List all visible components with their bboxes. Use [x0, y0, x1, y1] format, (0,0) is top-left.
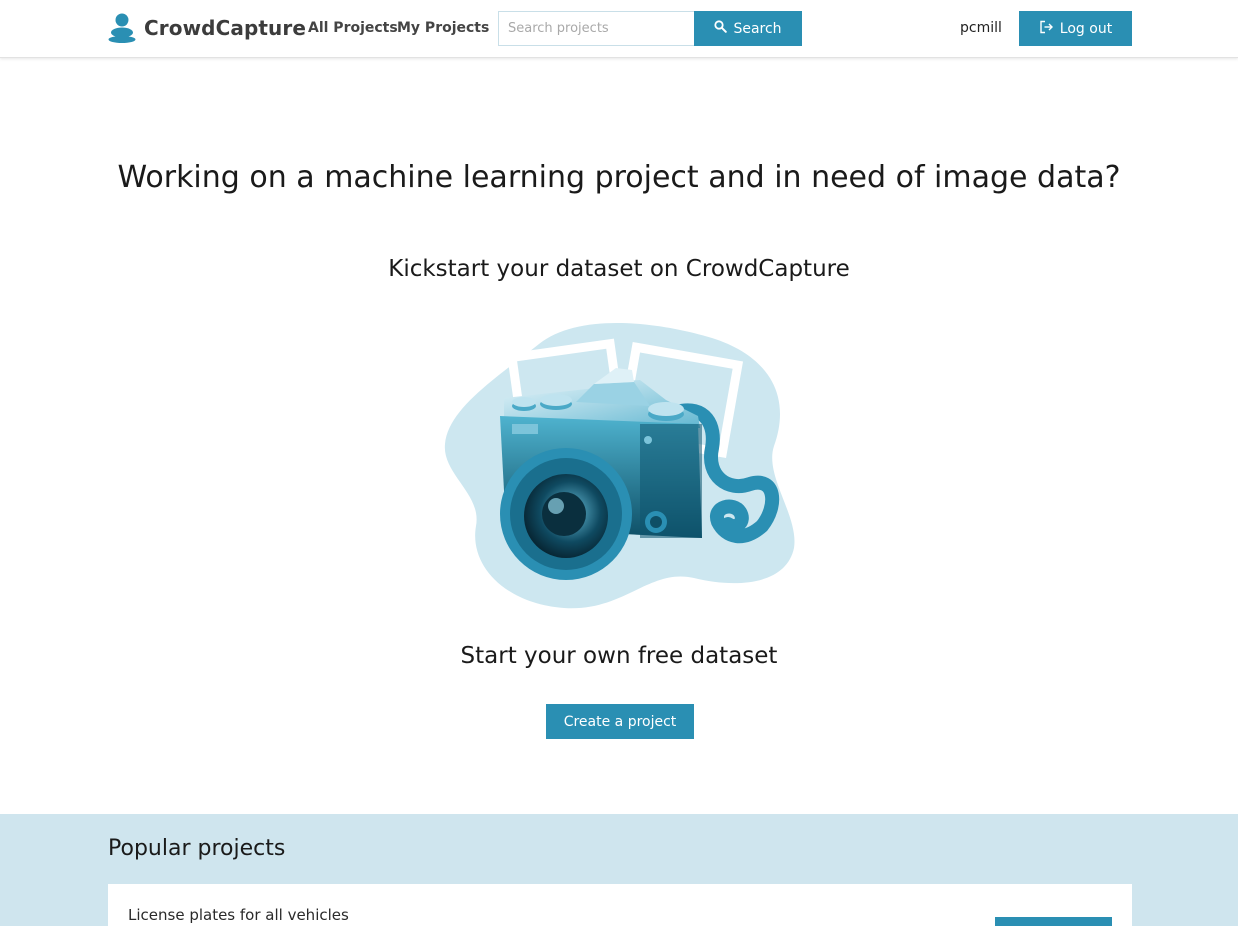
project-card-button[interactable] — [995, 917, 1112, 926]
person-icon — [108, 13, 136, 43]
project-name[interactable]: License plates for all vehicles — [128, 906, 349, 924]
create-project-button[interactable]: Create a project — [546, 704, 694, 739]
search-input[interactable] — [498, 11, 695, 46]
cta-text: Start your own free dataset — [460, 643, 778, 669]
nav-all-projects[interactable]: All Projects — [308, 20, 398, 36]
project-card[interactable]: License plates for all vehicles — [108, 884, 1132, 926]
brand-name: CrowdCapture — [144, 16, 306, 40]
hero-title: Working on a machine learning project an… — [117, 160, 1121, 195]
logout-button-label: Log out — [1059, 20, 1113, 37]
search-button[interactable]: Search — [694, 11, 802, 46]
top-navbar: CrowdCapture All Projects My Projects Se… — [0, 0, 1238, 58]
logout-button[interactable]: Log out — [1019, 11, 1132, 46]
search-icon — [714, 20, 728, 37]
search-button-label: Search — [733, 20, 782, 37]
brand-logo-link[interactable]: CrowdCapture — [108, 12, 306, 44]
popular-projects-title: Popular projects — [108, 836, 286, 861]
logout-icon — [1039, 20, 1054, 38]
popular-projects-section: Popular projects License plates for all … — [0, 814, 1238, 926]
username[interactable]: pcmill — [960, 20, 1002, 36]
nav-my-projects[interactable]: My Projects — [397, 20, 489, 36]
camera-illustration — [444, 316, 796, 612]
hero-subtitle: Kickstart your dataset on CrowdCapture — [388, 256, 850, 282]
